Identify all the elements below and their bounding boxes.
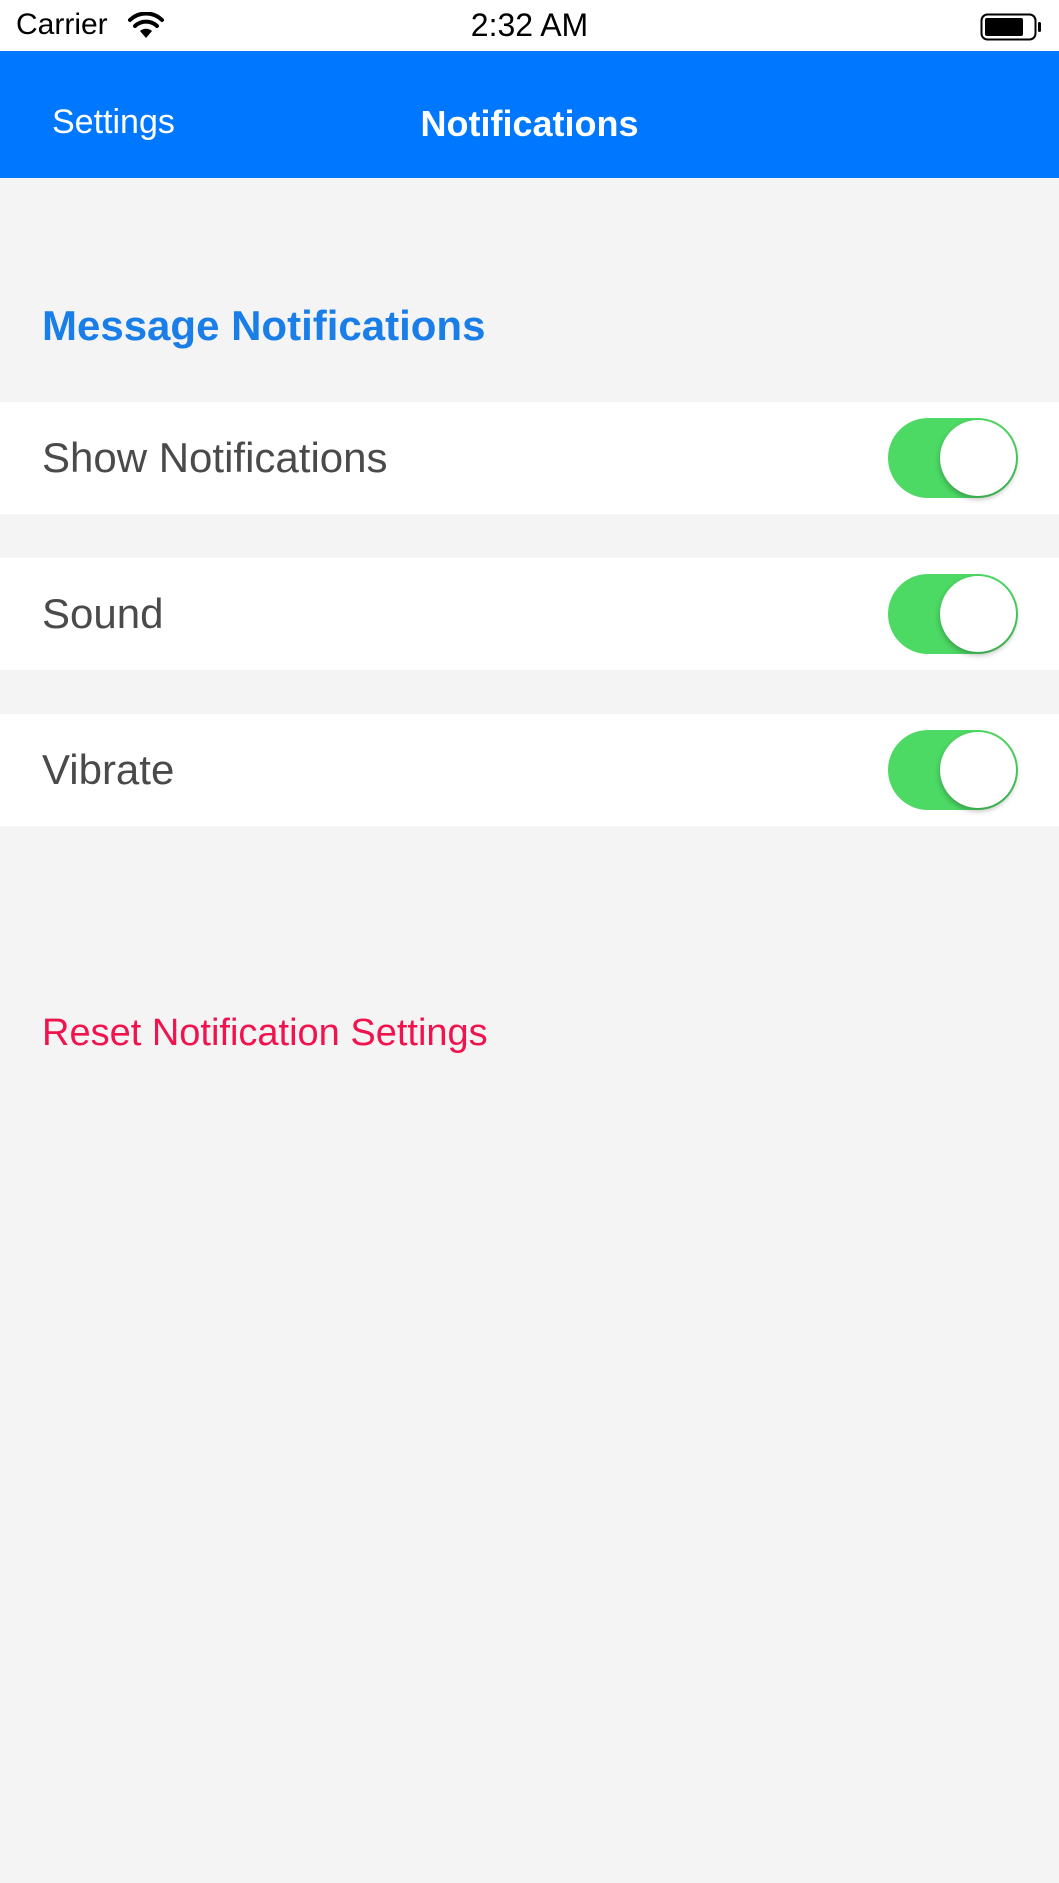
- sound-toggle[interactable]: [888, 574, 1018, 654]
- vibrate-toggle[interactable]: [888, 730, 1018, 810]
- status-bar: Carrier 2:32 AM: [0, 0, 1059, 51]
- show-notifications-toggle[interactable]: [888, 418, 1018, 498]
- reset-notification-settings-button[interactable]: Reset Notification Settings: [42, 1012, 488, 1055]
- section-header: Message Notifications: [42, 302, 486, 349]
- row-label: Sound: [42, 590, 164, 637]
- row-sound: Sound: [0, 558, 1059, 670]
- page-title: Notifications: [420, 103, 639, 144]
- status-time: 2:32 AM: [470, 7, 589, 43]
- toggle-knob: [940, 732, 1016, 808]
- row-label: Vibrate: [42, 746, 175, 793]
- battery-icon: [980, 13, 1041, 41]
- navigation-bar: Settings Notifications: [0, 51, 1059, 178]
- row-label: Show Notifications: [42, 434, 388, 481]
- row-vibrate: Vibrate: [0, 714, 1059, 826]
- row-show-notifications: Show Notifications: [0, 402, 1059, 514]
- toggle-knob: [940, 420, 1016, 496]
- toggle-knob: [940, 576, 1016, 652]
